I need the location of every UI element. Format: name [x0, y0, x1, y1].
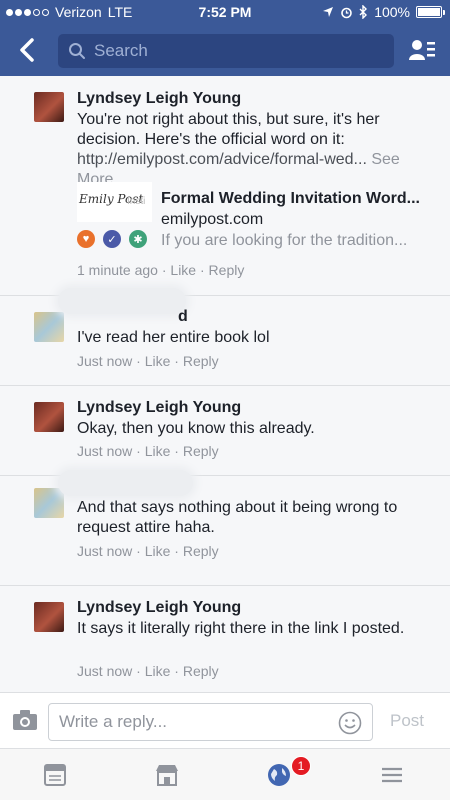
reply-link[interactable]: Reply [209, 262, 245, 278]
contacts-icon[interactable] [408, 36, 436, 64]
reply-link[interactable]: Reply [183, 543, 219, 559]
battery-icon [416, 6, 445, 18]
comment-link[interactable]: http://emilypost.com/advice/formal-wed..… [77, 151, 367, 168]
comment-author[interactable]: Lyndsey Leigh Young [77, 399, 241, 417]
alarm-icon [341, 7, 352, 18]
redacted-author-name [58, 470, 193, 496]
avatar[interactable] [34, 402, 64, 432]
comment-item: Lyndsey Leigh Young It says it literally… [0, 586, 450, 692]
comment-timestamp: Just now [77, 663, 133, 679]
link-preview-thumbnail: Emily Post Insti [77, 182, 152, 222]
like-link[interactable]: Like [145, 663, 171, 679]
like-link[interactable]: Like [145, 543, 171, 559]
avatar[interactable] [34, 312, 64, 342]
link-preview-title: Formal Wedding Invitation Word... [161, 190, 420, 207]
back-chevron-icon[interactable] [14, 34, 42, 66]
reply-input[interactable]: Write a reply... [48, 703, 373, 741]
comment-item: Lyndsey Leigh Young You're not right abo… [0, 76, 450, 296]
shield-reaction-icon: ✓ [103, 230, 121, 248]
emoji-icon[interactable] [338, 711, 362, 735]
like-link[interactable]: Like [145, 443, 171, 459]
comment-author[interactable]: Lyndsey Leigh Young [77, 599, 241, 617]
thumbnail-text: Insti [127, 196, 146, 207]
search-placeholder: Search [94, 41, 148, 60]
comment-author[interactable]: Lyndsey Leigh Young [77, 90, 241, 108]
comment-text: I've read her entire book lol [77, 329, 270, 346]
avatar[interactable] [34, 602, 64, 632]
heart-reaction-icon: ♥ [77, 230, 95, 248]
reply-link[interactable]: Reply [183, 443, 219, 459]
notification-badge: 1 [291, 756, 311, 776]
search-icon [69, 43, 85, 59]
comment-timestamp: Just now [77, 443, 133, 459]
comment-meta: Just now · Like · Reply [77, 663, 219, 679]
avatar[interactable] [34, 488, 64, 518]
status-right: 100% [322, 4, 445, 20]
comment-item: d I've read her entire book lol Just now… [0, 288, 450, 386]
redacted-author-name [58, 288, 186, 314]
snowflake-reaction-icon: ✱ [129, 230, 147, 248]
news-feed-tab-icon[interactable] [41, 761, 69, 789]
nav-bar: Search [0, 24, 450, 76]
menu-hamburger-icon[interactable] [378, 761, 406, 789]
comment-text: It says it literally right there in the … [77, 620, 405, 637]
link-preview-description: If you are looking for the tradition... [161, 232, 408, 249]
comment-meta: Just now · Like · Reply [77, 443, 219, 459]
status-bar: Verizon LTE 7:52 PM 100% [0, 0, 450, 24]
bluetooth-icon [359, 5, 368, 19]
reply-composer: Write a reply... Post [0, 692, 450, 748]
comment-meta: Just now · Like · Reply [77, 543, 219, 559]
avatar[interactable] [34, 92, 64, 122]
battery-percent: 100% [374, 4, 410, 20]
reply-placeholder: Write a reply... [59, 712, 168, 731]
notifications-globe-icon[interactable] [265, 761, 293, 789]
search-input[interactable]: Search [58, 34, 394, 68]
comment-list[interactable]: Lyndsey Leigh Young You're not right abo… [0, 76, 450, 692]
comment-meta: Just now · Like · Reply [77, 353, 219, 369]
reply-link[interactable]: Reply [183, 353, 219, 369]
comment-text: Okay, then you know this already. [77, 420, 315, 437]
bottom-tab-bar: 1 [0, 748, 450, 800]
reply-link[interactable]: Reply [183, 663, 219, 679]
comment-timestamp: Just now [77, 353, 133, 369]
comment-item: And that says nothing about it being wro… [0, 470, 450, 586]
comment-text: And that says nothing about it being wro… [77, 499, 398, 536]
link-preview-domain: emilypost.com [161, 211, 264, 228]
marketplace-tab-icon[interactable] [153, 761, 181, 789]
comment-meta: 1 minute ago · Like · Reply [77, 262, 245, 278]
comment-item: Lyndsey Leigh Young Okay, then you know … [0, 386, 450, 476]
camera-icon[interactable] [12, 709, 38, 731]
link-preview-card[interactable]: Emily Post Insti Formal Wedding Invitati… [77, 178, 437, 250]
post-button[interactable]: Post [390, 711, 424, 731]
comment-timestamp: 1 minute ago [77, 262, 158, 278]
comment-body: You're not right about this, but sure, i… [77, 111, 380, 148]
comment-author-visible: d [178, 308, 188, 325]
like-link[interactable]: Like [145, 353, 171, 369]
location-arrow-icon [323, 7, 334, 17]
like-link[interactable]: Like [170, 262, 196, 278]
comment-timestamp: Just now [77, 543, 133, 559]
